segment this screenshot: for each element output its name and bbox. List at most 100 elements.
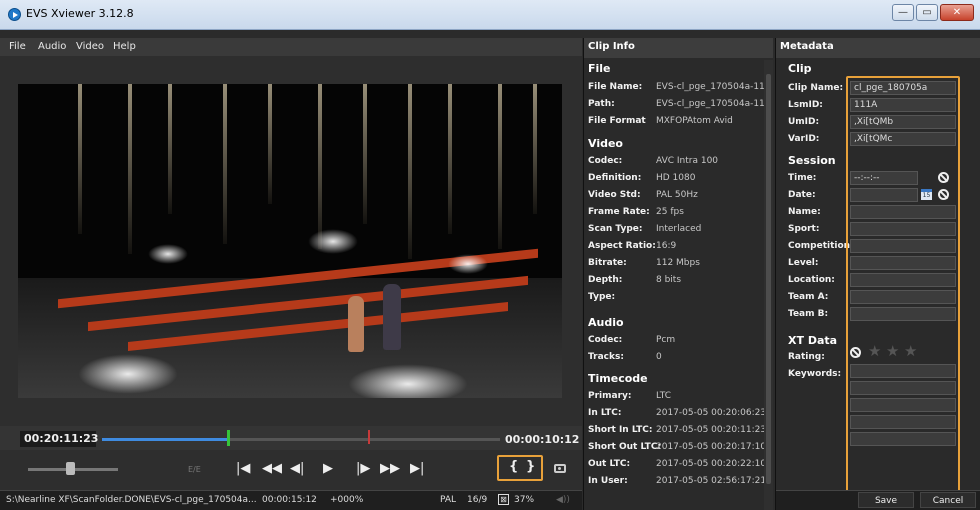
status-bar: S:\Nearline XF\ScanFolder.DONE\EVS-cl_pg…	[0, 490, 582, 510]
playhead-marker[interactable]	[227, 430, 230, 446]
clip-info-key: Out LTC:	[588, 459, 631, 469]
metadata-label: Competition:	[788, 241, 854, 251]
clip-info-key: Path:	[588, 99, 615, 109]
section-video: Video	[588, 137, 623, 150]
clip-info-key: Depth:	[588, 275, 623, 285]
clip-info-value: Interlaced	[656, 224, 702, 234]
clip-info-value: MXFOPAtom Avid	[656, 116, 733, 126]
metadata-fields-highlight	[846, 76, 960, 494]
maximize-button[interactable]: ▭	[916, 4, 938, 21]
mark-in-out-group: { }	[497, 455, 543, 481]
status-aspect: 16/9	[467, 495, 488, 505]
title-bar: EVS Xviewer 3.12.8 — ▭ ✕	[0, 0, 980, 30]
metadata-label: Team B:	[788, 309, 829, 319]
status-format: PAL	[440, 495, 457, 505]
clip-info-key: Scan Type:	[588, 224, 643, 234]
metadata-label: Team A:	[788, 292, 829, 302]
current-timecode: 00:20:11:23	[20, 431, 98, 447]
clip-info-key: In LTC:	[588, 408, 622, 418]
metadata-label: LsmID:	[788, 100, 823, 110]
menu-bar: File Audio Video Help	[0, 38, 582, 56]
clip-info-key: Aspect Ratio:	[588, 241, 656, 251]
clip-info-key: In User:	[588, 476, 628, 486]
clip-info-value: AVC Intra 100	[656, 156, 719, 166]
metadata-label: Level:	[788, 258, 819, 268]
ee-label: E/E	[188, 465, 201, 474]
rating-label: Rating:	[788, 352, 825, 362]
timeline-progress	[102, 438, 230, 441]
clip-info-value: PAL 50Hz	[656, 190, 698, 200]
menu-audio[interactable]: Audio	[38, 41, 66, 52]
fast-rewind-button[interactable]: ◀◀	[262, 461, 282, 476]
menu-file[interactable]: File	[9, 41, 26, 52]
clip-info-value: 2017-05-05 00:20:22:10	[656, 459, 767, 469]
clip-info-value: Pcm	[656, 335, 676, 345]
go-to-start-button[interactable]: |◀	[236, 461, 250, 476]
cancel-button[interactable]: Cancel	[920, 492, 976, 508]
mark-out-button[interactable]: }	[526, 459, 535, 474]
clip-info-value: 16:9	[656, 241, 677, 251]
clip-info-value: 2017-05-05 00:20:06:23	[656, 408, 767, 418]
section-session: Session	[788, 154, 836, 167]
clip-info-key: Codec:	[588, 335, 623, 345]
clip-info-key: Definition:	[588, 173, 642, 183]
clip-info-panel: Clip Info File File Name: EVS-cl_pge_1705…	[583, 38, 773, 510]
status-position: 00:00:15:12	[262, 495, 317, 505]
clip-info-value: 2017-05-05 00:20:17:10	[656, 442, 767, 452]
close-button[interactable]: ✕	[940, 4, 974, 21]
metadata-label: Clip Name:	[788, 83, 844, 93]
metadata-label: Name:	[788, 207, 821, 217]
jog-slider-knob[interactable]	[66, 462, 75, 475]
zoom-fit-icon[interactable]: ⊠	[498, 494, 509, 505]
clip-info-header: Clip Info	[584, 38, 773, 58]
clip-info-key: Frame Rate:	[588, 207, 650, 217]
clip-info-value: 8 bits	[656, 275, 682, 285]
window-title: EVS Xviewer 3.12.8	[26, 7, 134, 20]
metadata-label: Location:	[788, 275, 835, 285]
snapshot-camera-icon[interactable]	[554, 464, 566, 473]
timeline-track[interactable]	[102, 438, 500, 441]
clip-info-key: File Format	[588, 116, 646, 126]
mark-in-button[interactable]: {	[509, 459, 518, 474]
clip-info-scrollbar[interactable]	[764, 60, 773, 510]
metadata-panel: Metadata Clip Clip Name: cl_pge_180705a Ls…	[775, 38, 980, 510]
clip-info-value: 2017-05-05 00:20:11:23	[656, 425, 767, 435]
metadata-label: Time:	[788, 173, 817, 183]
metadata-header: Metadata	[776, 38, 980, 58]
keywords-label: Keywords:	[788, 369, 842, 379]
menu-video[interactable]: Video	[76, 41, 104, 52]
next-frame-button[interactable]: |▶	[356, 461, 370, 476]
clip-info-key: Video Std:	[588, 190, 641, 200]
clip-info-value: HD 1080	[656, 173, 696, 183]
clip-info-value: 25 fps	[656, 207, 684, 217]
clip-info-key: Primary:	[588, 391, 632, 401]
clip-info-value: 0	[656, 352, 662, 362]
status-speed: +000%	[330, 495, 364, 505]
clip-info-key: File Name:	[588, 82, 643, 92]
clip-info-key: Type:	[588, 292, 616, 302]
clip-info-value: EVS-cl_pge_170504a-11	[656, 99, 765, 109]
metadata-label: Sport:	[788, 224, 820, 234]
previous-frame-button[interactable]: ◀|	[290, 461, 304, 476]
section-timecode: Timecode	[588, 372, 648, 385]
section-audio: Audio	[588, 316, 624, 329]
go-to-end-button[interactable]: ▶|	[410, 461, 424, 476]
status-file-path: S:\Nearline XF\ScanFolder.DONE\EVS-cl_pg…	[6, 495, 257, 505]
save-button[interactable]: Save	[858, 492, 914, 508]
metadata-label: Date:	[788, 190, 816, 200]
out-point-marker[interactable]	[368, 430, 370, 444]
section-xt-data: XT Data	[788, 334, 838, 347]
metadata-label: VarID:	[788, 134, 820, 144]
volume-icon[interactable]: ◀))	[556, 495, 570, 505]
play-button[interactable]: ▶	[323, 461, 333, 476]
metadata-label: UmID:	[788, 117, 820, 127]
app-logo-icon	[8, 8, 21, 21]
fast-forward-button[interactable]: ▶▶	[380, 461, 400, 476]
clip-info-value: EVS-cl_pge_170504a-11	[656, 82, 765, 92]
section-clip: Clip	[788, 62, 812, 75]
clip-info-value: LTC	[656, 391, 672, 401]
video-frame[interactable]	[18, 84, 562, 398]
menu-help[interactable]: Help	[113, 41, 136, 52]
minimize-button[interactable]: —	[892, 4, 914, 21]
status-zoom: 37%	[514, 495, 535, 505]
